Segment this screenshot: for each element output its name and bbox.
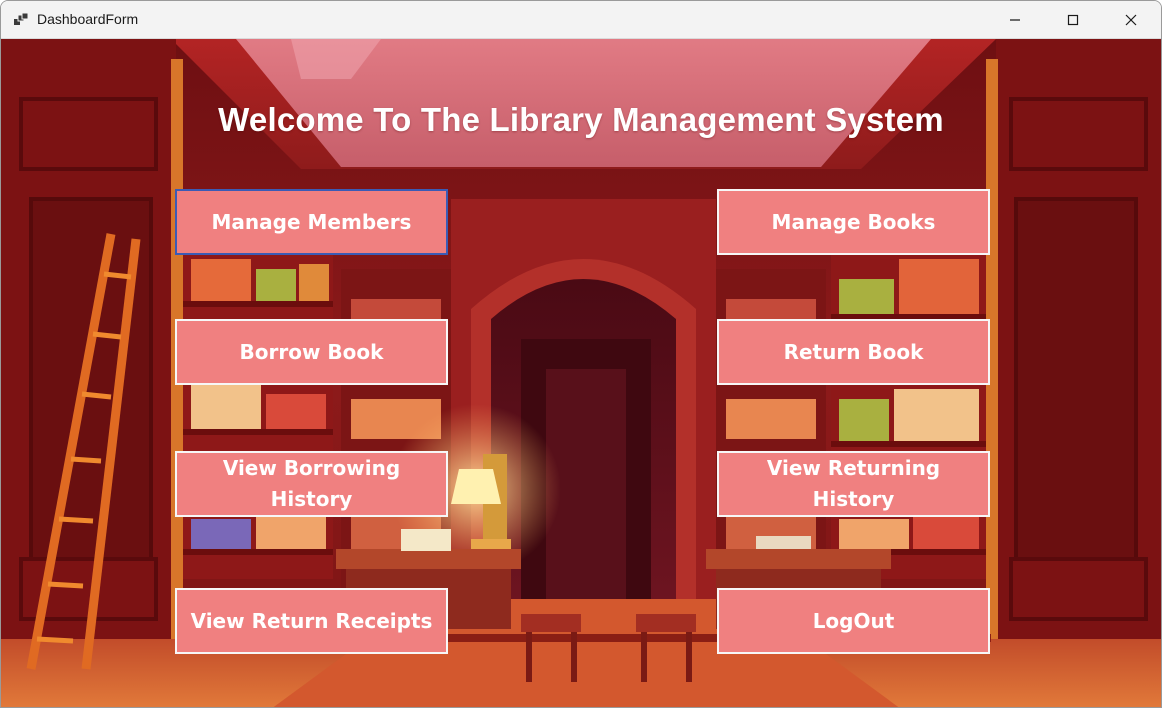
maximize-icon (1067, 14, 1079, 25)
manage-members-button[interactable]: Manage Members (175, 189, 448, 255)
dashboard-window: DashboardForm Welcome To The Library Man… (0, 0, 1162, 708)
view-returning-history-button[interactable]: View Returning History (717, 451, 990, 517)
minimize-button[interactable] (986, 1, 1044, 38)
view-return-receipts-button[interactable]: View Return Receipts (175, 588, 448, 654)
maximize-button[interactable] (1044, 1, 1102, 38)
view-borrowing-history-button[interactable]: View Borrowing History (175, 451, 448, 517)
logout-button[interactable]: LogOut (717, 588, 990, 654)
title-bar: DashboardForm (1, 1, 1161, 39)
close-icon (1125, 14, 1137, 25)
return-book-button[interactable]: Return Book (717, 319, 990, 385)
app-icon (14, 12, 29, 25)
page-title: Welcome To The Library Management System (218, 101, 944, 138)
borrow-book-button[interactable]: Borrow Book (175, 319, 448, 385)
manage-books-button[interactable]: Manage Books (717, 189, 990, 255)
close-button[interactable] (1102, 1, 1160, 38)
window-title: DashboardForm (37, 11, 139, 27)
dashboard-content: Welcome To The Library Management System… (1, 39, 1161, 707)
minimize-icon (1010, 18, 1020, 21)
